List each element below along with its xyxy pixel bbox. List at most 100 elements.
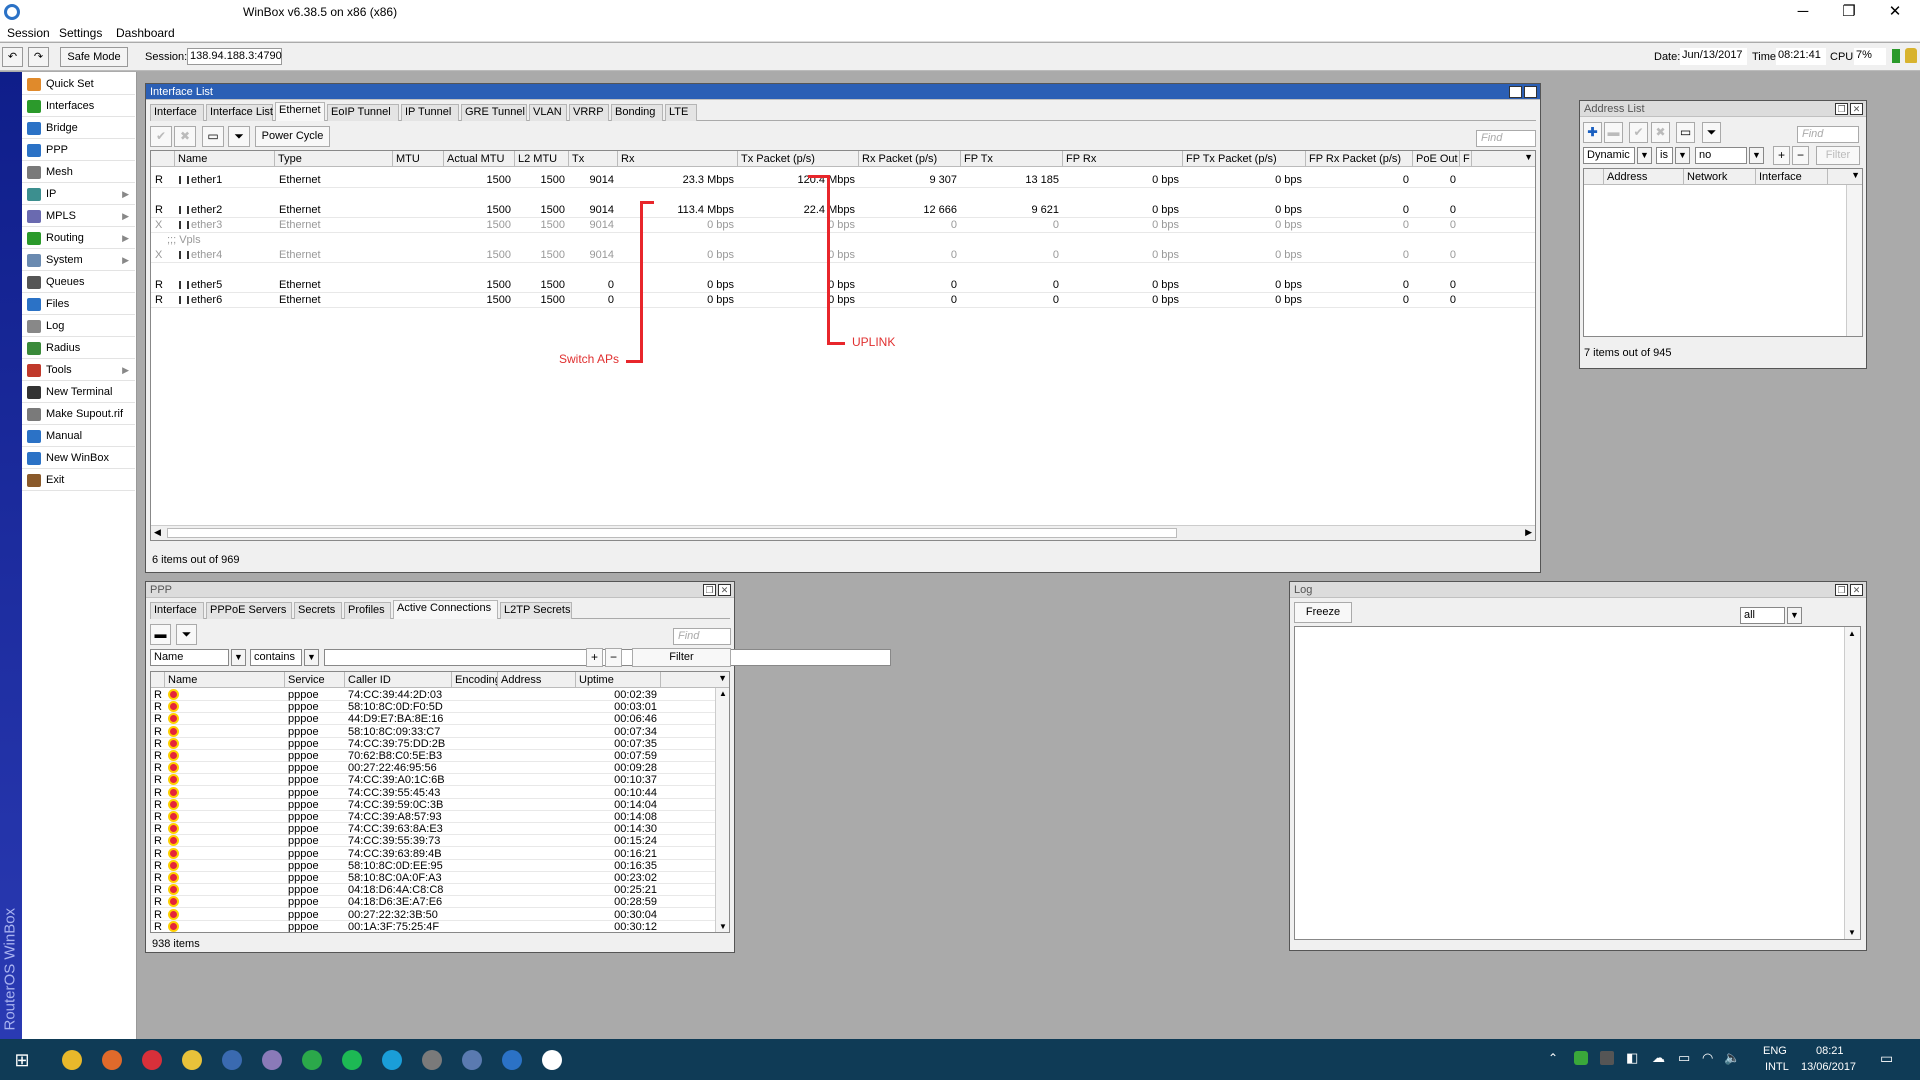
column-header[interactable]: L2 MTU (515, 151, 569, 167)
sidebar-item-system[interactable]: System ▶ (22, 250, 135, 271)
column-header[interactable]: Encoding (452, 672, 498, 688)
scroll-up-icon[interactable]: ▲ (1848, 629, 1856, 638)
sidebar-item-new-winbox[interactable]: New WinBox (22, 448, 135, 469)
sidebar-item-ip[interactable]: IP ▶ (22, 184, 135, 205)
table-row[interactable]: Rpppoe 04:18:D6:3E:A7:E6 00:28:59 (151, 896, 729, 909)
horizontal-scrollbar[interactable]: ◀ ▶ (151, 525, 1535, 540)
table-row[interactable]: Rpppoe 74:CC:39:75:DD:2B 00:07:35 (151, 737, 729, 750)
tray-layout[interactable]: INTL (1765, 1061, 1789, 1073)
interface-tab-vrrp[interactable]: VRRP (569, 104, 609, 121)
log-restore-button[interactable]: ❐ (1835, 584, 1848, 596)
column-header[interactable]: F (1460, 151, 1472, 167)
column-menu-icon[interactable]: ▼ (718, 673, 727, 683)
column-header[interactable]: Caller ID (345, 672, 452, 688)
table-row[interactable]: Rpppoe 58:10:8C:0D:F0:5D 00:03:01 (151, 701, 729, 714)
dropdown-arrow-icon[interactable]: ▼ (1787, 607, 1802, 624)
tray-network-icon[interactable]: ◧ (1626, 1050, 1638, 1066)
safe-mode-button[interactable]: Safe Mode (60, 47, 128, 67)
menu-dashboard[interactable]: Dashboard (116, 26, 175, 40)
column-header[interactable]: Name (165, 672, 285, 688)
interface-tab-interface-list[interactable]: Interface List (206, 104, 273, 121)
ppp-tab-interface[interactable]: Interface (150, 602, 204, 619)
menu-session[interactable]: Session (7, 26, 50, 40)
interface-list-restore-button[interactable]: ❐ (1509, 86, 1522, 98)
column-header[interactable]: Network (1684, 169, 1756, 185)
scroll-thumb[interactable] (167, 528, 1177, 538)
sidebar-item-mpls[interactable]: MPLS ▶ (22, 206, 135, 227)
interface-tab-lte[interactable]: LTE (665, 104, 697, 121)
ppp-scrollbar[interactable]: ▲ ▼ (715, 688, 729, 932)
address-list-close-button[interactable]: ✕ (1850, 103, 1863, 115)
ppp-tab-profiles[interactable]: Profiles (344, 602, 391, 619)
tray-volume-icon[interactable]: 🔈 (1724, 1050, 1740, 1066)
column-header[interactable]: FP Tx Packet (p/s) (1183, 151, 1306, 167)
sidebar-item-quick-set[interactable]: Quick Set (22, 74, 135, 95)
ppp-tab-l2tp-secrets[interactable]: L2TP Secrets (500, 602, 572, 619)
scroll-left-icon[interactable]: ◀ (154, 527, 161, 538)
dropdown-arrow-icon[interactable]: ▼ (304, 649, 319, 666)
sidebar-item-mesh[interactable]: Mesh (22, 162, 135, 183)
tray-lang[interactable]: ENG (1763, 1045, 1787, 1057)
ppp-tab-pppoe-servers[interactable]: PPPoE Servers (206, 602, 292, 619)
column-header[interactable]: Rx Packet (p/s) (859, 151, 961, 167)
table-row[interactable]: Rpppoe 04:18:D6:4A:C8:C8 00:25:21 (151, 884, 729, 897)
interface-tab-eoip-tunnel[interactable]: EoIP Tunnel (327, 104, 399, 121)
tray-app-icon[interactable] (1574, 1051, 1588, 1065)
log-topic-select[interactable]: all (1740, 607, 1785, 624)
settings-gear-icon[interactable] (538, 1047, 566, 1073)
column-header[interactable]: PoE Out (1413, 151, 1460, 167)
address-filter-value[interactable]: no (1695, 147, 1747, 164)
address-find-input[interactable]: Find (1797, 126, 1859, 143)
dropdown-arrow-icon[interactable]: ▼ (1675, 147, 1690, 164)
column-header[interactable]: Address (498, 672, 576, 688)
address-filter-field[interactable]: Dynamic (1583, 147, 1635, 164)
skype-icon[interactable] (378, 1047, 406, 1073)
remove-icon[interactable]: ▬ (1604, 122, 1623, 143)
menu-settings[interactable]: Settings (59, 26, 102, 40)
thunderbird-icon[interactable] (218, 1047, 246, 1073)
sidebar-item-routing[interactable]: Routing ▶ (22, 228, 135, 249)
add-filter-icon[interactable]: + (586, 648, 603, 667)
power-cycle-button[interactable]: Power Cycle (255, 126, 330, 147)
network-tool-icon[interactable] (418, 1047, 446, 1073)
table-row[interactable]: Rether1 Ethernet 1500 1500 9014 23.3 Mbps 120.… (151, 173, 1535, 188)
address-filter-operator[interactable]: is (1656, 147, 1673, 164)
enable-icon[interactable]: ✔ (1629, 122, 1648, 143)
interface-tab-ethernet[interactable]: Ethernet (275, 102, 325, 121)
ppp-restore-button[interactable]: ❐ (703, 584, 716, 596)
table-row[interactable]: Xether4 Ethernet 1500 1500 9014 0 bps 0 bps 0 0 0… (151, 248, 1535, 263)
disable-icon[interactable]: ✖ (1651, 122, 1670, 143)
whatsapp-icon[interactable] (298, 1047, 326, 1073)
address-scrollbar[interactable] (1846, 185, 1862, 336)
sidebar-item-manual[interactable]: Manual (22, 426, 135, 447)
column-header[interactable]: FP Rx Packet (p/s) (1306, 151, 1413, 167)
log-scrollbar[interactable]: ▲ ▼ (1844, 627, 1860, 939)
table-row[interactable]: Rpppoe 74:CC:39:63:8A:E3 00:14:30 (151, 823, 729, 836)
ppp-filter-field[interactable]: Name (150, 649, 229, 666)
log-close-button[interactable]: ✕ (1850, 584, 1863, 596)
maximize-button[interactable]: ❐ (1826, 2, 1872, 22)
remove-icon[interactable]: ▬ (150, 624, 171, 645)
remove-filter-icon[interactable]: − (1792, 146, 1809, 165)
sidebar-item-make-supout-rif[interactable]: Make Supout.rif (22, 404, 135, 425)
scroll-right-icon[interactable]: ▶ (1525, 527, 1532, 538)
column-header[interactable]: Tx Packet (p/s) (738, 151, 859, 167)
app-c-icon[interactable] (258, 1047, 286, 1073)
add-filter-icon[interactable]: + (1773, 146, 1790, 165)
table-row[interactable]: Rpppoe 58:10:8C:0D:EE:95 00:16:35 (151, 859, 729, 872)
minimize-button[interactable]: ─ (1780, 2, 1826, 22)
spotify-icon[interactable] (338, 1047, 366, 1073)
add-icon[interactable]: ✚ (1583, 122, 1602, 143)
dropdown-arrow-icon[interactable]: ▼ (1637, 147, 1652, 164)
vivaldi-icon[interactable] (138, 1047, 166, 1073)
tray-app-icon[interactable] (1600, 1051, 1614, 1065)
tray-clock-time[interactable]: 08:21 (1816, 1045, 1844, 1057)
table-row[interactable]: Rether6 Ethernet 1500 1500 0 0 bps 0 bps 0 0 0 bp… (151, 293, 1535, 308)
comment-icon[interactable]: ▭ (1676, 122, 1695, 143)
column-header[interactable] (151, 151, 175, 167)
tray-drive-icon[interactable]: ▭ (1678, 1050, 1690, 1066)
column-header[interactable]: Address (1604, 169, 1684, 185)
tray-clock-date[interactable]: 13/06/2017 (1801, 1061, 1856, 1073)
table-row[interactable]: Rpppoe 74:CC:39:63:89:4B 00:16:21 (151, 847, 729, 860)
table-row[interactable]: Rpppoe 70:62:B8:C0:5E:B3 00:07:59 (151, 750, 729, 762)
